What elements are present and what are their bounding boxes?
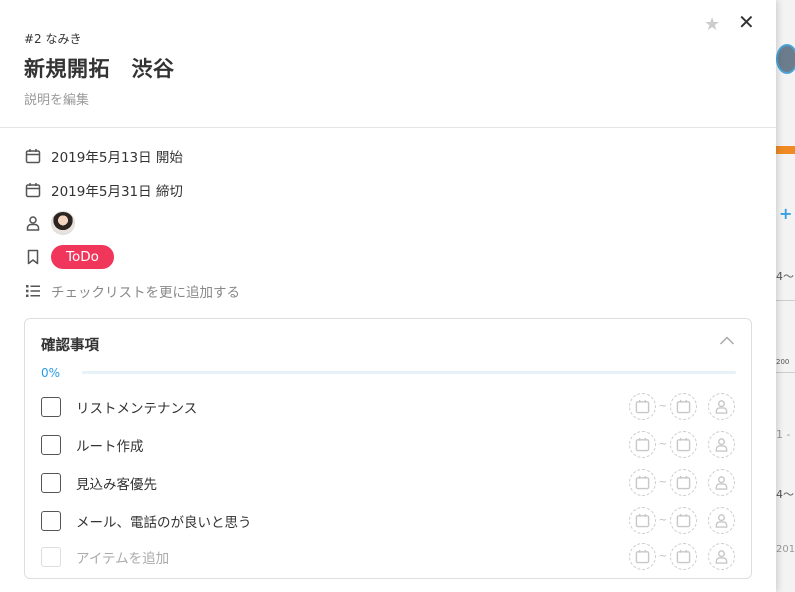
background-text: 200 bbox=[776, 358, 790, 366]
background-app: + 4～ 200 1 - 4～ 201 bbox=[776, 0, 795, 592]
calendar-icon bbox=[24, 181, 42, 199]
start-date-text[interactable]: 2019年5月13日 開始 bbox=[51, 146, 183, 166]
add-item-row: アイテムを追加 ~ bbox=[41, 543, 735, 570]
add-checklist-row[interactable]: チェックリストを更に追加する bbox=[24, 280, 240, 302]
calendar-icon bbox=[635, 437, 649, 452]
item-label[interactable]: ルート作成 bbox=[76, 435, 144, 455]
start-date-row[interactable]: 2019年5月13日 開始 bbox=[24, 145, 183, 167]
checklist-title[interactable]: 確認事項 bbox=[41, 334, 99, 355]
item-due-date-button[interactable] bbox=[670, 431, 697, 458]
item-assignee-button[interactable] bbox=[708, 543, 735, 570]
calendar-icon bbox=[635, 513, 649, 528]
item-assignee-button[interactable] bbox=[708, 393, 735, 420]
calendar-icon bbox=[24, 147, 42, 165]
user-icon bbox=[24, 214, 42, 232]
item-assignee-button[interactable] bbox=[708, 469, 735, 496]
item-due-date-button[interactable] bbox=[670, 543, 697, 570]
user-icon bbox=[715, 438, 728, 452]
background-divider bbox=[776, 372, 795, 373]
calendar-icon bbox=[676, 437, 691, 452]
star-icon[interactable]: ★ bbox=[704, 14, 720, 35]
close-icon[interactable]: ✕ bbox=[738, 12, 755, 32]
item-start-date-button[interactable] bbox=[628, 431, 656, 458]
calendar-icon bbox=[635, 475, 649, 490]
item-start-date-button[interactable] bbox=[628, 543, 656, 570]
calendar-icon bbox=[635, 549, 649, 564]
item-actions: ~ bbox=[628, 507, 735, 534]
item-actions: ~ bbox=[628, 431, 735, 458]
date-range-separator: ~ bbox=[658, 401, 667, 412]
user-icon bbox=[715, 400, 728, 414]
item-checkbox[interactable] bbox=[41, 435, 61, 455]
due-date-row[interactable]: 2019年5月31日 締切 bbox=[24, 179, 183, 201]
date-range-separator: ~ bbox=[658, 477, 667, 488]
list-icon bbox=[24, 282, 42, 300]
item-label[interactable]: メール、電話のが良いと思う bbox=[76, 511, 252, 531]
calendar-icon bbox=[676, 475, 691, 490]
item-actions: ~ bbox=[628, 469, 735, 496]
task-title[interactable]: 新規開拓 渋谷 bbox=[24, 53, 175, 83]
assignee-avatar[interactable] bbox=[51, 211, 75, 235]
item-assignee-button[interactable] bbox=[708, 507, 735, 534]
item-due-date-button[interactable] bbox=[670, 469, 697, 496]
background-text: 4～ bbox=[776, 270, 794, 283]
item-checkbox[interactable] bbox=[41, 397, 61, 417]
background-divider bbox=[776, 300, 795, 301]
date-range-separator: ~ bbox=[658, 439, 667, 450]
background-text: 1 - bbox=[776, 428, 791, 441]
user-icon bbox=[715, 514, 728, 528]
status-row: ToDo bbox=[24, 245, 114, 269]
checklist-card: 確認事項 0% リストメンテナンス ~ ルート作成 ~ 見込み客優先 ~ メール… bbox=[24, 318, 752, 579]
item-start-date-button[interactable] bbox=[628, 469, 656, 496]
assignee-row bbox=[24, 211, 75, 235]
add-checklist-link[interactable]: チェックリストを更に追加する bbox=[51, 281, 240, 301]
background-avatar bbox=[776, 44, 795, 74]
item-assignee-button[interactable] bbox=[708, 431, 735, 458]
checklist-progress-bar bbox=[82, 371, 736, 374]
chevron-up-icon[interactable] bbox=[719, 333, 735, 349]
checklist-item: メール、電話のが良いと思う ~ bbox=[41, 507, 735, 534]
item-actions: ~ bbox=[628, 543, 735, 570]
due-date-text[interactable]: 2019年5月31日 締切 bbox=[51, 180, 183, 200]
item-checkbox[interactable] bbox=[41, 511, 61, 531]
checklist-progress-text: 0% bbox=[41, 366, 61, 380]
task-number: #2 なみき bbox=[24, 32, 82, 46]
background-bar bbox=[776, 146, 795, 154]
checklist-item: 見込み客優先 ~ bbox=[41, 469, 735, 496]
calendar-icon bbox=[676, 549, 691, 564]
add-item-input[interactable]: アイテムを追加 bbox=[76, 547, 169, 567]
item-start-date-button[interactable] bbox=[628, 393, 656, 420]
item-actions: ~ bbox=[628, 393, 735, 420]
calendar-icon bbox=[676, 513, 691, 528]
calendar-icon bbox=[676, 399, 691, 414]
background-text: 201 bbox=[776, 544, 795, 555]
date-range-separator: ~ bbox=[658, 551, 667, 562]
status-badge[interactable]: ToDo bbox=[51, 245, 114, 269]
task-detail-modal: #2 なみき 新規開拓 渋谷 説明を編集 ★ ✕ 2019年5月13日 開始 2… bbox=[0, 0, 776, 592]
item-start-date-button[interactable] bbox=[628, 507, 656, 534]
checklist-item: リストメンテナンス ~ bbox=[41, 393, 735, 420]
item-due-date-button[interactable] bbox=[670, 507, 697, 534]
user-icon bbox=[715, 550, 728, 564]
item-label[interactable]: リストメンテナンス bbox=[76, 397, 197, 417]
item-label[interactable]: 見込み客優先 bbox=[76, 473, 157, 493]
item-due-date-button[interactable] bbox=[670, 393, 697, 420]
calendar-icon bbox=[635, 399, 649, 414]
date-range-separator: ~ bbox=[658, 515, 667, 526]
checklist-item: ルート作成 ~ bbox=[41, 431, 735, 458]
modal-header: #2 なみき 新規開拓 渋谷 説明を編集 ★ ✕ bbox=[0, 0, 776, 128]
bookmark-icon bbox=[24, 248, 42, 266]
user-icon bbox=[715, 476, 728, 490]
background-add-icon: + bbox=[779, 204, 793, 223]
edit-description-link[interactable]: 説明を編集 bbox=[24, 89, 89, 108]
item-checkbox[interactable] bbox=[41, 473, 61, 493]
add-item-checkbox bbox=[41, 547, 61, 567]
background-text: 4～ bbox=[776, 488, 794, 501]
